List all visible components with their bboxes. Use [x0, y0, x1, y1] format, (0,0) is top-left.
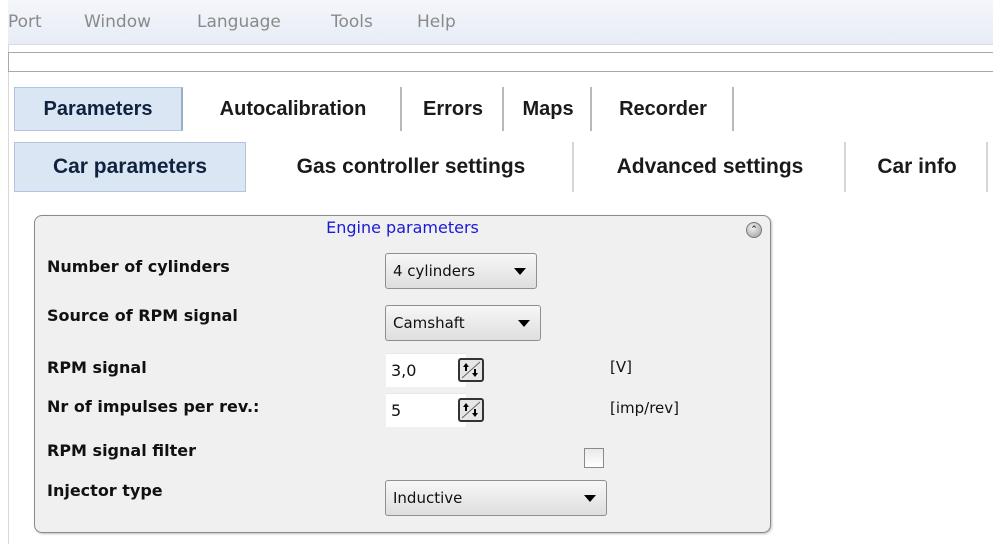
tab-car-info[interactable]: Car info	[848, 142, 988, 192]
label-rpm-source: Source of RPM signal	[47, 306, 238, 325]
status-bar	[8, 52, 993, 72]
label-rpm-signal: RPM signal	[47, 358, 147, 377]
tab-car-parameters[interactable]: Car parameters	[14, 142, 246, 192]
impulses-unit: [imp/rev]	[610, 399, 680, 417]
tab-errors-label: Errors	[422, 97, 484, 120]
rpm-source-select[interactable]: Camshaft	[385, 305, 541, 341]
tab-advanced-settings-label: Advanced settings	[616, 155, 804, 178]
tab-autocalibration[interactable]: Autocalibration	[186, 87, 402, 131]
menu-window[interactable]: Window	[84, 12, 151, 32]
menu-port[interactable]: Port	[8, 12, 42, 32]
tab-autocalibration-label: Autocalibration	[219, 97, 367, 120]
tab-car-info-label: Car info	[877, 155, 957, 178]
menu-language[interactable]: Language	[197, 12, 281, 32]
tab-maps-label: Maps	[522, 97, 574, 120]
rpm-source-select-value: Camshaft	[393, 314, 465, 332]
tab-recorder[interactable]: Recorder	[594, 87, 734, 131]
menu-bar: Port Window Language Tools Help	[8, 0, 993, 45]
rpm-signal-value: 3,0	[391, 361, 417, 380]
engine-parameters-panel: Engine parameters ⌃ Number of cylinders …	[34, 215, 771, 533]
chevron-down-icon	[584, 495, 596, 502]
impulses-value: 5	[391, 401, 402, 420]
injector-type-select-value: Inductive	[393, 489, 463, 507]
rpm-signal-input[interactable]: 3,0	[386, 353, 466, 387]
tab-gas-controller-settings-label: Gas controller settings	[296, 155, 526, 178]
cylinders-select[interactable]: 4 cylinders	[385, 253, 537, 289]
tab-car-parameters-label: Car parameters	[52, 155, 208, 178]
tab-gas-controller-settings[interactable]: Gas controller settings	[250, 142, 574, 192]
tab-recorder-label: Recorder	[619, 97, 707, 120]
panel-title: Engine parameters	[326, 218, 479, 237]
tab-parameters-label: Parameters	[43, 97, 153, 120]
label-impulses-per-rev: Nr of impulses per rev.:	[47, 397, 260, 416]
label-injector-type: Injector type	[47, 481, 163, 500]
rpm-filter-checkbox[interactable]	[584, 448, 604, 468]
impulses-input[interactable]: 5	[386, 393, 466, 427]
up-down-arrows-icon	[461, 361, 481, 379]
tab-advanced-settings[interactable]: Advanced settings	[576, 142, 846, 192]
injector-type-select[interactable]: Inductive	[385, 480, 607, 516]
chevron-down-icon	[518, 320, 530, 327]
rpm-signal-unit: [V]	[610, 358, 632, 376]
double-chevron-up-icon[interactable]: ⌃	[746, 222, 762, 238]
cylinders-select-value: 4 cylinders	[393, 262, 476, 280]
up-down-arrows-icon	[461, 401, 481, 419]
chevron-down-icon	[514, 268, 526, 275]
rpm-signal-spin-button[interactable]	[458, 358, 484, 382]
menu-tools[interactable]: Tools	[331, 12, 373, 32]
tab-maps[interactable]: Maps	[506, 87, 592, 131]
menu-help[interactable]: Help	[417, 12, 456, 32]
tab-parameters[interactable]: Parameters	[14, 87, 183, 131]
label-rpm-signal-filter: RPM signal filter	[47, 441, 196, 460]
impulses-spin-button[interactable]	[458, 398, 484, 422]
tab-errors[interactable]: Errors	[404, 87, 504, 131]
label-number-of-cylinders: Number of cylinders	[47, 257, 230, 276]
window-left-border	[0, 0, 9, 544]
